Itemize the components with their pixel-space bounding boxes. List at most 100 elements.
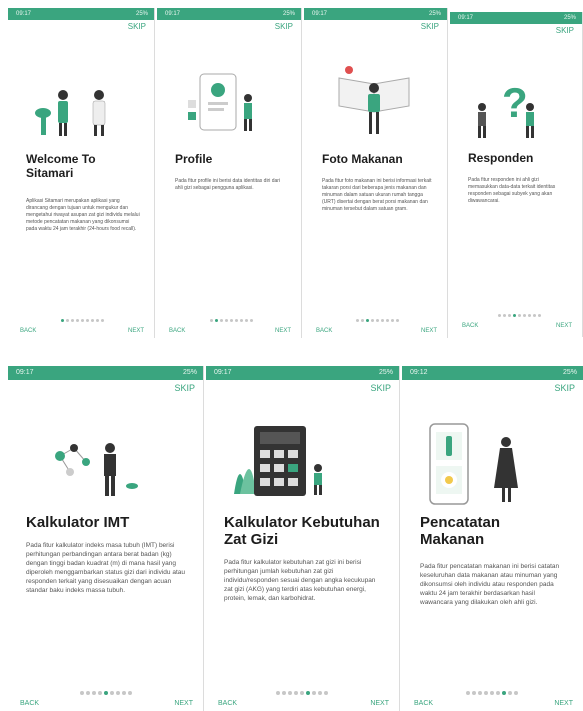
phone-food-icon bbox=[429, 423, 518, 505]
page-dot bbox=[361, 319, 364, 322]
onboarding-title: Kalkulator Kebutuhan Zat Gizi bbox=[224, 514, 380, 549]
page-dot bbox=[240, 319, 243, 322]
skip-button[interactable]: SKIP bbox=[275, 22, 293, 31]
page-dot bbox=[230, 319, 233, 322]
page-dot bbox=[318, 691, 322, 695]
next-button[interactable]: NEXT bbox=[128, 328, 144, 334]
battery-level: 25% bbox=[378, 369, 393, 376]
onboarding-title: Pencatatan Makanan bbox=[420, 514, 501, 549]
page-dot bbox=[466, 691, 470, 695]
page-dot bbox=[366, 319, 369, 322]
page-dot bbox=[104, 691, 108, 695]
battery-level: 25% bbox=[562, 369, 577, 376]
page-dot bbox=[528, 314, 531, 317]
status-bar: 09:12 25% bbox=[402, 366, 583, 380]
battery-level: 25% bbox=[282, 11, 295, 17]
page-indicator bbox=[61, 319, 104, 322]
battery-level: 25% bbox=[182, 369, 197, 376]
onboarding-title: Responden bbox=[468, 151, 534, 165]
page-dot bbox=[96, 319, 99, 322]
page-dot bbox=[282, 691, 286, 695]
page-dot bbox=[215, 319, 218, 322]
next-button[interactable]: NEXT bbox=[370, 700, 389, 707]
book-reader-icon bbox=[338, 66, 410, 134]
question-mark-icon: ? bbox=[478, 79, 534, 138]
next-button[interactable]: NEXT bbox=[556, 323, 572, 329]
page-dot bbox=[71, 319, 74, 322]
back-button[interactable]: BACK bbox=[169, 328, 185, 334]
page-dot bbox=[533, 314, 536, 317]
page-dot bbox=[210, 319, 213, 322]
page-dot bbox=[502, 691, 506, 695]
page-dot bbox=[128, 691, 132, 695]
page-dot bbox=[276, 691, 280, 695]
page-dot bbox=[538, 314, 541, 317]
page-dot bbox=[396, 319, 399, 322]
page-dot bbox=[61, 319, 64, 322]
page-dot bbox=[110, 691, 114, 695]
page-indicator bbox=[498, 314, 541, 317]
skip-button[interactable]: SKIP bbox=[421, 22, 439, 31]
next-button[interactable]: NEXT bbox=[421, 328, 437, 334]
onboarding-screen-responden: 09:17 25% SKIP ? Responden Pada fitur res… bbox=[450, 12, 583, 337]
page-dot bbox=[80, 691, 84, 695]
page-dot bbox=[324, 691, 328, 695]
page-dot bbox=[513, 314, 516, 317]
page-dot bbox=[288, 691, 292, 695]
page-dot bbox=[518, 314, 521, 317]
page-dot bbox=[92, 691, 96, 695]
page-dot bbox=[376, 319, 379, 322]
status-bar: 09:17 25% bbox=[157, 8, 301, 20]
back-button[interactable]: BACK bbox=[462, 323, 478, 329]
back-button[interactable]: BACK bbox=[316, 328, 332, 334]
back-button[interactable]: BACK bbox=[20, 700, 39, 707]
status-bar: 09:17 25% bbox=[8, 366, 203, 380]
status-time: 09:12 bbox=[410, 369, 428, 376]
next-button[interactable]: NEXT bbox=[275, 328, 291, 334]
onboarding-screen-kalkulator-gizi: 09:17 25% SKIP Kalkulator Kebutuhan Zat G… bbox=[206, 366, 400, 711]
onboarding-screen-welcome: 09:17 25% SKIP Welcome To Sitamari Aplika… bbox=[8, 8, 155, 338]
back-button[interactable]: BACK bbox=[20, 328, 36, 334]
doctors-icon bbox=[35, 90, 106, 136]
page-dot bbox=[496, 691, 500, 695]
status-time: 09:17 bbox=[312, 11, 328, 17]
page-dot bbox=[523, 314, 526, 317]
page-dot bbox=[478, 691, 482, 695]
status-time: 09:17 bbox=[165, 11, 181, 17]
page-indicator bbox=[356, 319, 399, 322]
page-dot bbox=[371, 319, 374, 322]
skip-button[interactable]: SKIP bbox=[556, 26, 574, 35]
page-dot bbox=[508, 314, 511, 317]
status-time: 09:17 bbox=[214, 369, 232, 376]
page-dot bbox=[484, 691, 488, 695]
onboarding-screen-pencatatan: 09:12 25% SKIP Pencatatan Makanan Pada fi… bbox=[402, 366, 583, 711]
page-dot bbox=[122, 691, 126, 695]
status-bar: 09:17 25% bbox=[8, 8, 154, 20]
skip-button[interactable]: SKIP bbox=[370, 383, 391, 393]
page-indicator bbox=[80, 691, 132, 695]
page-dot bbox=[98, 691, 102, 695]
skip-button[interactable]: SKIP bbox=[554, 383, 575, 393]
status-time: 09:17 bbox=[16, 11, 32, 17]
page-dot bbox=[66, 319, 69, 322]
page-dot bbox=[381, 319, 384, 322]
page-dot bbox=[312, 691, 316, 695]
page-dot bbox=[235, 319, 238, 322]
onboarding-screen-kalkulator-imt: 09:17 25% SKIP Kalkulator IMT Pada fitur … bbox=[8, 366, 204, 711]
page-dot bbox=[250, 319, 253, 322]
page-dot bbox=[498, 314, 501, 317]
next-button[interactable]: NEXT bbox=[174, 700, 193, 707]
page-dot bbox=[76, 319, 79, 322]
next-button[interactable]: NEXT bbox=[554, 700, 573, 707]
back-button[interactable]: BACK bbox=[414, 700, 433, 707]
status-bar: 09:17 25% bbox=[206, 366, 399, 380]
page-dot bbox=[91, 319, 94, 322]
skip-button[interactable]: SKIP bbox=[128, 22, 146, 31]
skip-button[interactable]: SKIP bbox=[174, 383, 195, 393]
page-dot bbox=[503, 314, 506, 317]
page-dot bbox=[81, 319, 84, 322]
page-dot bbox=[86, 319, 89, 322]
page-dot bbox=[514, 691, 518, 695]
battery-level: 25% bbox=[135, 11, 148, 17]
back-button[interactable]: BACK bbox=[218, 700, 237, 707]
